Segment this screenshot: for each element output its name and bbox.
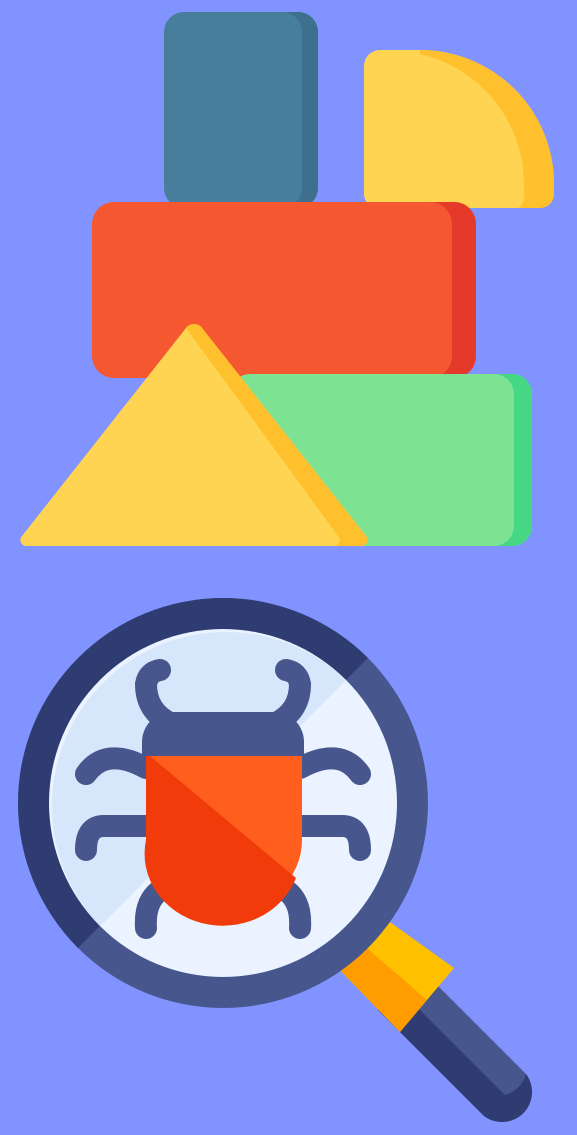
rectangle-block-icon <box>92 202 476 378</box>
bug-magnifier-illustration <box>18 598 532 1122</box>
quarter-circle-block-icon <box>364 50 554 208</box>
square-block-icon <box>164 12 318 208</box>
toy-blocks-illustration <box>20 12 554 547</box>
canvas: { "background": "#8093FF", "illustration… <box>0 0 577 1135</box>
